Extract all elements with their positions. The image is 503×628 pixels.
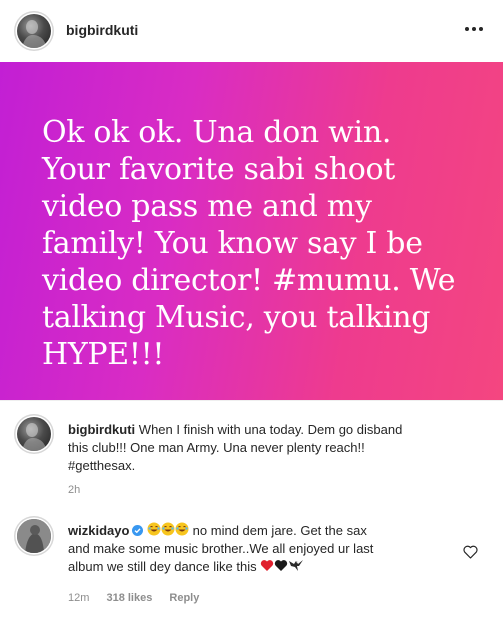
post-header: bigbirdkuti [0, 0, 503, 62]
comment-text: bigbirdkuti When I finish with una today… [68, 421, 488, 475]
post-text-line: Your favorite sabi shoot [42, 152, 396, 187]
caption-comment: bigbirdkuti When I finish with una today… [0, 400, 503, 500]
post-text-line: HYPE!!! [42, 337, 165, 372]
comment: wizkidayo no mind dem jare. Get the sax … [0, 500, 503, 628]
avatar[interactable] [17, 14, 51, 48]
joy-emoji-icon [175, 522, 189, 536]
avatar[interactable] [17, 519, 51, 553]
comment-line: and make some music brother..We all enjo… [68, 541, 374, 556]
comment-time: 12m [68, 592, 90, 604]
eagle-emoji-icon [288, 558, 304, 572]
post-text-line: video pass me and my [42, 189, 372, 224]
avatar[interactable] [17, 417, 51, 451]
post-text-line: video director! #mumu. We [42, 263, 456, 298]
reply-button[interactable]: Reply [169, 592, 199, 604]
comment-line: When I finish with una today. Dem go dis… [138, 422, 403, 437]
joy-emoji-icon [161, 522, 175, 536]
more-options-icon[interactable] [465, 23, 487, 35]
post-username[interactable]: bigbirdkuti [66, 22, 138, 38]
post-image: Ok ok ok. Una don win. Your favorite sab… [0, 62, 503, 400]
comment-text: wizkidayo no mind dem jare. Get the sax … [68, 522, 468, 576]
post-text-line: talking Music, you talking [42, 300, 431, 335]
red-heart-emoji-icon [260, 559, 274, 572]
verified-badge-icon [132, 525, 144, 536]
like-heart-icon[interactable] [463, 545, 478, 559]
comment-line: this club!!! One man Army. Una never ple… [68, 440, 365, 455]
comment-meta: 12m 318 likes Reply [68, 592, 213, 604]
post-text-line: family! You know say I be [42, 226, 423, 261]
joy-emoji-icon [147, 522, 161, 536]
hashtag-link[interactable]: #getthesax. [68, 458, 135, 473]
comment-username[interactable]: bigbirdkuti [68, 422, 135, 437]
comment-username[interactable]: wizkidayo [68, 523, 129, 538]
comment-time: 2h [68, 484, 81, 496]
post-image-text: Ok ok ok. Una don win. Your favorite sab… [42, 114, 482, 373]
comment-meta: 2h [68, 484, 94, 496]
comment-likes[interactable]: 318 likes [106, 592, 152, 604]
post-text-line: Ok ok ok. Una don win. [42, 115, 392, 150]
comment-line: album we still dey dance like this [68, 559, 257, 574]
black-heart-emoji-icon [274, 559, 288, 572]
comment-line: no mind dem jare. Get the sax [192, 523, 367, 538]
